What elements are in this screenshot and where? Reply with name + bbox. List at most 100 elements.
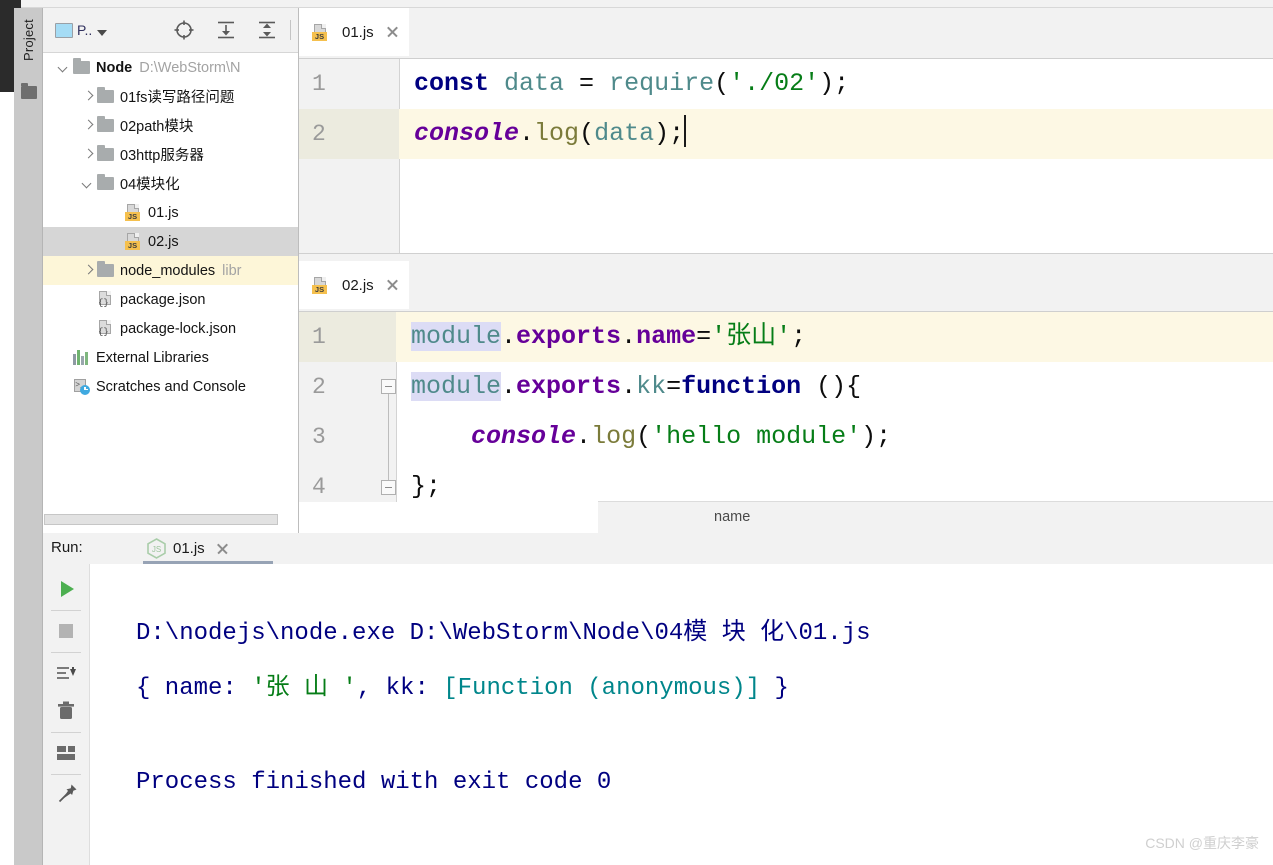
code-line[interactable]: 2 module.exports.kk=function (){ [299, 362, 1273, 412]
tree-item-label: 01fs读写路径问题 [120, 90, 235, 106]
editor-tab-02js[interactable]: JS 02.js [299, 261, 409, 309]
tree-item-label: 04模块化 [120, 177, 180, 193]
token-dot: . [501, 322, 517, 351]
expand-all-icon [218, 21, 234, 39]
project-view-icon [55, 22, 73, 38]
code-line-current[interactable]: 2 console.log(data); [299, 109, 1273, 159]
token-global-object: console [471, 422, 577, 451]
console-output-string: '张 山 ' [251, 675, 357, 702]
tree-item[interactable]: node_modules libr [43, 256, 298, 285]
run-panel-header: Run: JS 01.js [43, 533, 1273, 564]
webstorm-window: Project P.. Node D:\WebStorm\N 01fs读写路径问… [0, 0, 1273, 865]
token-keyword: const [414, 69, 490, 98]
editor-tabbar-top: JS 01.js [299, 8, 1273, 59]
console-command-text: D:\nodejs\node.exe D:\WebStorm\Node\04模 … [136, 620, 871, 647]
code-line[interactable]: 3 console.log('hello module'); [299, 412, 1273, 462]
close-icon[interactable] [385, 278, 399, 292]
tree-item[interactable]: {} package.json [43, 285, 298, 314]
editor-tab-label: 02.js [342, 276, 374, 294]
breadcrumb-item-name[interactable]: name [714, 509, 750, 525]
tree-item-secondary-label: D:\WebStorm\N [139, 59, 241, 76]
chevron-down-icon[interactable] [83, 178, 94, 189]
line-number: 2 [299, 109, 399, 159]
editor-breadcrumb-bar: name [598, 501, 1273, 533]
close-icon[interactable] [385, 25, 399, 39]
token-string: './02' [729, 69, 820, 98]
pin-icon [58, 784, 77, 803]
token-module-highlight: module [411, 372, 502, 401]
locate-target-button[interactable] [173, 18, 195, 42]
window-left-edge [0, 0, 14, 865]
js-file-icon: JS [312, 276, 329, 294]
chevron-right-icon[interactable] [83, 91, 94, 102]
line-number: 1 [312, 71, 326, 97]
json-file-icon: {} [97, 320, 114, 337]
project-toolbar: P.. [43, 8, 325, 53]
nodejs-icon: JS [147, 538, 166, 559]
chevron-right-icon[interactable] [83, 265, 94, 276]
project-tree-horizontal-scrollbar[interactable] [44, 514, 278, 525]
tree-item[interactable]: 03http服务器 [43, 140, 298, 169]
run-tab-01js[interactable]: JS 01.js [143, 533, 233, 564]
tree-item-label: 02path模块 [120, 119, 194, 135]
tree-item[interactable]: JS 01.js [43, 198, 298, 227]
line-number: 4 [312, 474, 326, 500]
scroll-to-end-button[interactable] [49, 656, 83, 690]
pin-tab-button[interactable] [49, 778, 83, 812]
tool-window-button-project[interactable]: Project [15, 12, 43, 68]
token-semicolon: ; [791, 322, 807, 351]
json-file-icon: {} [97, 291, 114, 308]
editor-tab-01js[interactable]: JS 01.js [299, 8, 409, 56]
toolbar-divider [290, 20, 291, 40]
rerun-button[interactable] [49, 572, 83, 606]
token-dot: . [519, 119, 535, 148]
code-line[interactable]: 1 const data = require('./02'); [299, 59, 1273, 109]
code-line-current[interactable]: 1 module.exports.name='张山'; [299, 312, 1273, 362]
tree-item[interactable]: >_ Scratches and Console [43, 372, 298, 401]
tree-item-label: 02.js [148, 233, 179, 250]
token-operator: = [666, 372, 682, 401]
expand-all-button[interactable] [215, 18, 237, 42]
chevron-right-icon[interactable] [83, 149, 94, 160]
token-function-call: require [609, 69, 715, 98]
project-view-selector[interactable]: P.. [55, 18, 108, 42]
tree-item[interactable]: 02path模块 [43, 111, 298, 140]
tree-item-label: package.json [120, 291, 206, 308]
play-icon [61, 581, 74, 597]
chevron-down-icon[interactable] [59, 62, 70, 73]
scratches-icon: >_ [73, 378, 90, 395]
chevron-right-icon[interactable] [83, 120, 94, 131]
line-content: console.log('hello module'); [411, 412, 891, 462]
code-area-bottom[interactable]: 1 module.exports.name='张山'; 2 module.exp… [299, 312, 1273, 502]
clear-all-button[interactable] [49, 694, 83, 728]
token-dot: . [576, 422, 592, 451]
project-tree[interactable]: Node D:\WebStorm\N 01fs读写路径问题 02path模块 03htt… [43, 53, 298, 518]
token-string: '张山' [711, 322, 792, 351]
token-dot: . [501, 372, 517, 401]
layout-settings-button[interactable] [49, 736, 83, 770]
token-paren: ( [714, 69, 730, 98]
code-area-top[interactable]: 1 const data = require('./02'); 2 consol… [299, 59, 1273, 253]
tree-item-label: package-lock.json [120, 320, 237, 337]
stop-button[interactable] [49, 614, 83, 648]
tree-item[interactable]: 04模块化 [43, 169, 298, 198]
tree-item[interactable]: JS 02.js [43, 227, 298, 256]
console-exit-text: Process finished with exit code 0 [136, 769, 612, 796]
close-icon[interactable] [216, 542, 229, 555]
editor-pane-bottom: JS 02.js 1 module.exports.name='张山'; 2 m… [299, 261, 1273, 533]
line-content: console.log(data); [414, 109, 687, 159]
tree-item[interactable]: {} package-lock.json [43, 314, 298, 343]
run-console-output[interactable]: D:\nodejs\node.exe D:\WebStorm\Node\04模 … [90, 564, 1273, 865]
tree-item[interactable]: External Libraries [43, 343, 298, 372]
console-exit-line: Process finished with exit code 0 [136, 769, 611, 796]
toolbar-divider [51, 610, 81, 611]
tree-item[interactable]: 01fs读写路径问题 [43, 82, 298, 111]
collapse-all-button[interactable] [256, 18, 278, 42]
tree-item[interactable]: Node D:\WebStorm\N [43, 53, 298, 82]
